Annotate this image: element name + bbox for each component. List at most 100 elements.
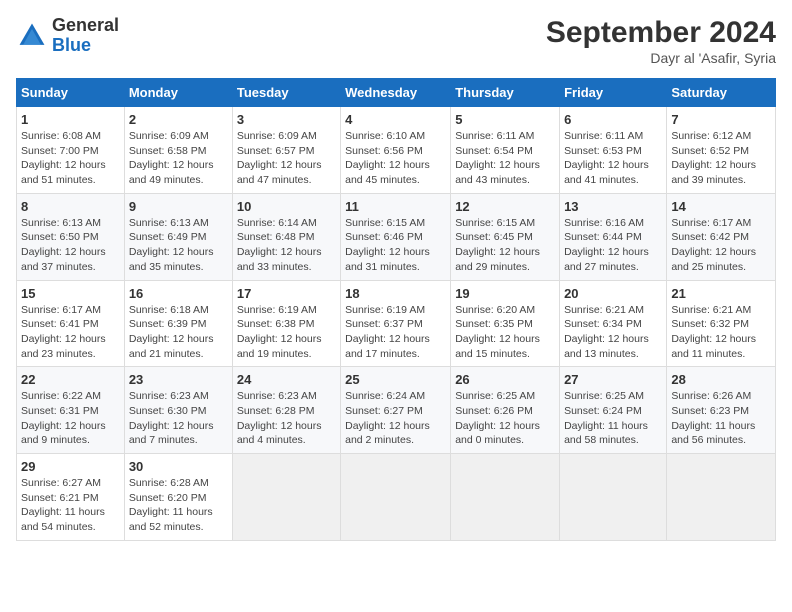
calendar-cell: 1 Sunrise: 6:08 AMSunset: 7:00 PMDayligh… (17, 107, 125, 194)
day-number: 15 (21, 286, 120, 301)
day-number: 11 (345, 199, 446, 214)
cell-content: Sunrise: 6:21 AMSunset: 6:32 PMDaylight:… (671, 304, 756, 360)
calendar-cell: 5 Sunrise: 6:11 AMSunset: 6:54 PMDayligh… (451, 107, 560, 194)
cell-content: Sunrise: 6:23 AMSunset: 6:30 PMDaylight:… (129, 390, 214, 446)
calendar-cell: 14 Sunrise: 6:17 AMSunset: 6:42 PMDaylig… (667, 193, 776, 280)
day-number: 13 (564, 199, 662, 214)
calendar-cell: 25 Sunrise: 6:24 AMSunset: 6:27 PMDaylig… (341, 367, 451, 454)
day-number: 4 (345, 112, 446, 127)
cell-content: Sunrise: 6:09 AMSunset: 6:57 PMDaylight:… (237, 130, 322, 186)
cell-content: Sunrise: 6:13 AMSunset: 6:49 PMDaylight:… (129, 217, 214, 273)
location: Dayr al 'Asafir, Syria (546, 50, 776, 66)
day-number: 6 (564, 112, 662, 127)
calendar-cell: 17 Sunrise: 6:19 AMSunset: 6:38 PMDaylig… (232, 280, 340, 367)
cell-content: Sunrise: 6:16 AMSunset: 6:44 PMDaylight:… (564, 217, 649, 273)
cell-content: Sunrise: 6:20 AMSunset: 6:35 PMDaylight:… (455, 304, 540, 360)
cell-content: Sunrise: 6:19 AMSunset: 6:37 PMDaylight:… (345, 304, 430, 360)
calendar-cell: 26 Sunrise: 6:25 AMSunset: 6:26 PMDaylig… (451, 367, 560, 454)
day-number: 19 (455, 286, 555, 301)
day-number: 22 (21, 372, 120, 387)
weekday-header: Thursday (451, 79, 560, 107)
weekday-header: Sunday (17, 79, 125, 107)
cell-content: Sunrise: 6:10 AMSunset: 6:56 PMDaylight:… (345, 130, 430, 186)
title-block: September 2024 Dayr al 'Asafir, Syria (546, 16, 776, 66)
page-header: General Blue September 2024 Dayr al 'Asa… (16, 16, 776, 66)
calendar-cell: 15 Sunrise: 6:17 AMSunset: 6:41 PMDaylig… (17, 280, 125, 367)
cell-content: Sunrise: 6:18 AMSunset: 6:39 PMDaylight:… (129, 304, 214, 360)
calendar-cell: 4 Sunrise: 6:10 AMSunset: 6:56 PMDayligh… (341, 107, 451, 194)
calendar-cell: 18 Sunrise: 6:19 AMSunset: 6:37 PMDaylig… (341, 280, 451, 367)
cell-content: Sunrise: 6:21 AMSunset: 6:34 PMDaylight:… (564, 304, 649, 360)
cell-content: Sunrise: 6:15 AMSunset: 6:45 PMDaylight:… (455, 217, 540, 273)
calendar-cell: 20 Sunrise: 6:21 AMSunset: 6:34 PMDaylig… (560, 280, 667, 367)
weekday-header: Wednesday (341, 79, 451, 107)
cell-content: Sunrise: 6:26 AMSunset: 6:23 PMDaylight:… (671, 390, 755, 446)
calendar-cell (341, 454, 451, 541)
cell-content: Sunrise: 6:25 AMSunset: 6:24 PMDaylight:… (564, 390, 648, 446)
calendar-cell: 28 Sunrise: 6:26 AMSunset: 6:23 PMDaylig… (667, 367, 776, 454)
cell-content: Sunrise: 6:24 AMSunset: 6:27 PMDaylight:… (345, 390, 430, 446)
cell-content: Sunrise: 6:27 AMSunset: 6:21 PMDaylight:… (21, 477, 105, 533)
calendar-table: SundayMondayTuesdayWednesdayThursdayFrid… (16, 78, 776, 541)
calendar-cell: 22 Sunrise: 6:22 AMSunset: 6:31 PMDaylig… (17, 367, 125, 454)
calendar-cell (451, 454, 560, 541)
weekday-header: Monday (124, 79, 232, 107)
calendar-cell (232, 454, 340, 541)
calendar-cell: 24 Sunrise: 6:23 AMSunset: 6:28 PMDaylig… (232, 367, 340, 454)
day-number: 16 (129, 286, 228, 301)
calendar-week-row: 22 Sunrise: 6:22 AMSunset: 6:31 PMDaylig… (17, 367, 776, 454)
calendar-cell: 19 Sunrise: 6:20 AMSunset: 6:35 PMDaylig… (451, 280, 560, 367)
logo-text: General Blue (52, 16, 119, 56)
weekday-header: Friday (560, 79, 667, 107)
day-number: 23 (129, 372, 228, 387)
day-number: 5 (455, 112, 555, 127)
day-number: 2 (129, 112, 228, 127)
cell-content: Sunrise: 6:11 AMSunset: 6:53 PMDaylight:… (564, 130, 649, 186)
day-number: 3 (237, 112, 336, 127)
day-number: 21 (671, 286, 771, 301)
day-number: 17 (237, 286, 336, 301)
cell-content: Sunrise: 6:11 AMSunset: 6:54 PMDaylight:… (455, 130, 540, 186)
calendar-cell: 23 Sunrise: 6:23 AMSunset: 6:30 PMDaylig… (124, 367, 232, 454)
cell-content: Sunrise: 6:28 AMSunset: 6:20 PMDaylight:… (129, 477, 213, 533)
calendar-cell (667, 454, 776, 541)
calendar-cell: 6 Sunrise: 6:11 AMSunset: 6:53 PMDayligh… (560, 107, 667, 194)
calendar-cell: 13 Sunrise: 6:16 AMSunset: 6:44 PMDaylig… (560, 193, 667, 280)
day-number: 27 (564, 372, 662, 387)
weekday-header: Saturday (667, 79, 776, 107)
day-number: 8 (21, 199, 120, 214)
calendar-cell: 11 Sunrise: 6:15 AMSunset: 6:46 PMDaylig… (341, 193, 451, 280)
calendar-cell: 21 Sunrise: 6:21 AMSunset: 6:32 PMDaylig… (667, 280, 776, 367)
calendar-cell: 10 Sunrise: 6:14 AMSunset: 6:48 PMDaylig… (232, 193, 340, 280)
calendar-cell: 16 Sunrise: 6:18 AMSunset: 6:39 PMDaylig… (124, 280, 232, 367)
day-number: 24 (237, 372, 336, 387)
cell-content: Sunrise: 6:14 AMSunset: 6:48 PMDaylight:… (237, 217, 322, 273)
calendar-cell: 3 Sunrise: 6:09 AMSunset: 6:57 PMDayligh… (232, 107, 340, 194)
day-number: 14 (671, 199, 771, 214)
weekday-header-row: SundayMondayTuesdayWednesdayThursdayFrid… (17, 79, 776, 107)
cell-content: Sunrise: 6:09 AMSunset: 6:58 PMDaylight:… (129, 130, 214, 186)
cell-content: Sunrise: 6:08 AMSunset: 7:00 PMDaylight:… (21, 130, 106, 186)
day-number: 10 (237, 199, 336, 214)
calendar-week-row: 29 Sunrise: 6:27 AMSunset: 6:21 PMDaylig… (17, 454, 776, 541)
day-number: 1 (21, 112, 120, 127)
cell-content: Sunrise: 6:13 AMSunset: 6:50 PMDaylight:… (21, 217, 106, 273)
day-number: 29 (21, 459, 120, 474)
cell-content: Sunrise: 6:19 AMSunset: 6:38 PMDaylight:… (237, 304, 322, 360)
cell-content: Sunrise: 6:22 AMSunset: 6:31 PMDaylight:… (21, 390, 106, 446)
cell-content: Sunrise: 6:25 AMSunset: 6:26 PMDaylight:… (455, 390, 540, 446)
cell-content: Sunrise: 6:17 AMSunset: 6:42 PMDaylight:… (671, 217, 756, 273)
calendar-cell: 2 Sunrise: 6:09 AMSunset: 6:58 PMDayligh… (124, 107, 232, 194)
day-number: 12 (455, 199, 555, 214)
day-number: 28 (671, 372, 771, 387)
day-number: 25 (345, 372, 446, 387)
weekday-header: Tuesday (232, 79, 340, 107)
month-title: September 2024 (546, 16, 776, 50)
cell-content: Sunrise: 6:12 AMSunset: 6:52 PMDaylight:… (671, 130, 756, 186)
logo-icon (16, 20, 48, 52)
calendar-week-row: 8 Sunrise: 6:13 AMSunset: 6:50 PMDayligh… (17, 193, 776, 280)
calendar-cell: 8 Sunrise: 6:13 AMSunset: 6:50 PMDayligh… (17, 193, 125, 280)
calendar-cell: 9 Sunrise: 6:13 AMSunset: 6:49 PMDayligh… (124, 193, 232, 280)
cell-content: Sunrise: 6:23 AMSunset: 6:28 PMDaylight:… (237, 390, 322, 446)
calendar-cell: 27 Sunrise: 6:25 AMSunset: 6:24 PMDaylig… (560, 367, 667, 454)
